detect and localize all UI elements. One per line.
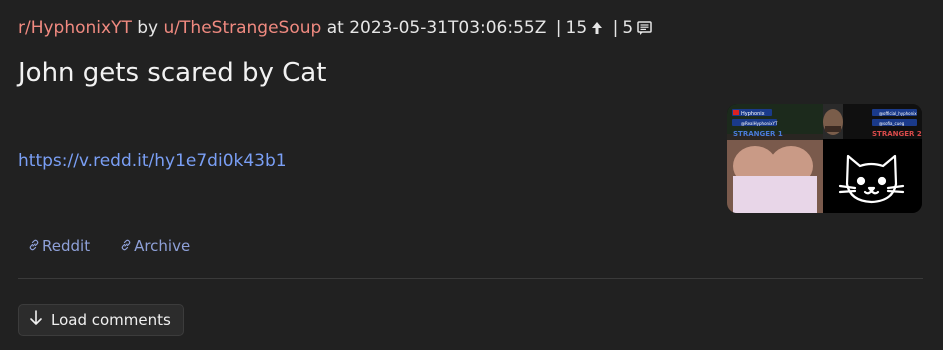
post-title: John gets scared by Cat [18, 58, 327, 88]
badge-4: @sofia_cueg [879, 121, 905, 126]
post-meta: r/HyphonixYT by u/TheStrangeSoup at 2023… [18, 14, 652, 42]
post-thumbnail[interactable]: Hyphonix @RealHyphonixYT @official_hypho… [727, 104, 922, 213]
by-text: by [137, 18, 159, 38]
load-comments-button[interactable]: Load comments [18, 304, 184, 336]
badge-2: @RealHyphonixYT [741, 121, 778, 126]
score-count: 15 [565, 18, 588, 38]
meta-separator: | [612, 18, 619, 38]
load-comments-label: Load comments [51, 311, 171, 329]
upvote-arrow-icon [591, 21, 603, 35]
post-timestamp: 2023-05-31T03:06:55Z [349, 18, 547, 38]
badge-3: @official_hyphonix [879, 111, 917, 116]
post-url-link[interactable]: https://v.redd.it/hy1e7di0k43b1 [18, 148, 287, 174]
comment-icon [637, 20, 652, 36]
archive-link[interactable]: Archive [120, 235, 190, 257]
stranger-1-label: STRANGER 1 [733, 130, 783, 138]
link-icon [120, 235, 132, 257]
subreddit-link[interactable]: r/HyphonixYT [18, 18, 132, 38]
archive-link-label: Archive [134, 237, 191, 255]
comments-count: 5 [622, 18, 634, 38]
post-actions: Reddit Archive [28, 235, 190, 257]
meta-separator: | [555, 18, 562, 38]
reddit-link[interactable]: Reddit [28, 235, 90, 257]
at-text: at [326, 18, 344, 38]
reddit-link-label: Reddit [42, 237, 91, 255]
link-icon [28, 235, 40, 257]
badge-1: Hyphonix [741, 111, 765, 117]
divider [18, 278, 923, 279]
author-link[interactable]: u/TheStrangeSoup [164, 18, 322, 38]
stranger-2-label: STRANGER 2 [872, 130, 922, 138]
arrow-down-icon [29, 310, 43, 330]
